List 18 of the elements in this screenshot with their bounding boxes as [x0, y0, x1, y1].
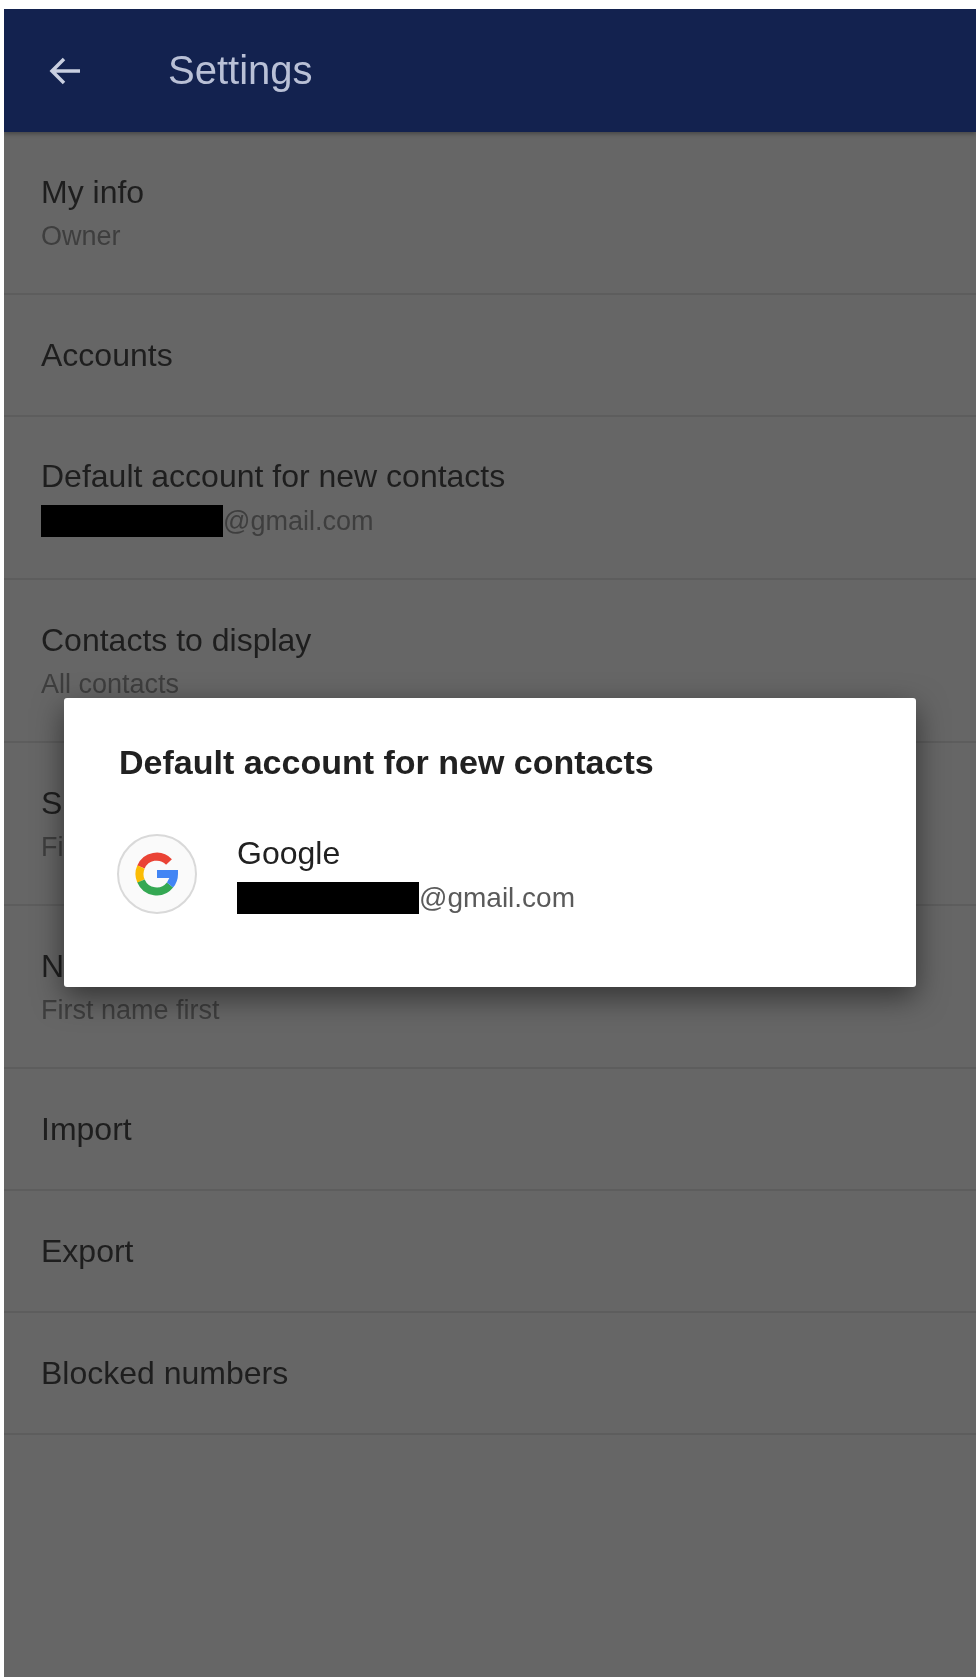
setting-title: Blocked numbers	[41, 1354, 290, 1392]
back-arrow-icon[interactable]	[48, 55, 82, 86]
account-name: Google	[237, 834, 342, 872]
setting-title: N	[41, 947, 66, 985]
settings-item[interactable]: Import	[4, 1069, 976, 1191]
setting-title: Default account for new contacts	[41, 458, 507, 495]
setting-title: Accounts	[41, 336, 174, 374]
google-logo-icon	[115, 832, 199, 916]
settings-item[interactable]: Accounts	[4, 295, 976, 417]
setting-title: My info	[41, 173, 146, 211]
setting-title: Import	[41, 1110, 133, 1148]
screen-title: Settings	[168, 48, 313, 93]
setting-title: S	[41, 784, 64, 822]
setting-title: Export	[41, 1232, 135, 1270]
settings-item[interactable]: Blocked numbers	[4, 1313, 976, 1435]
dialog-title: Default account for new contacts	[119, 743, 655, 782]
setting-title: Contacts to display	[41, 621, 313, 659]
settings-item[interactable]: Export	[4, 1191, 976, 1313]
